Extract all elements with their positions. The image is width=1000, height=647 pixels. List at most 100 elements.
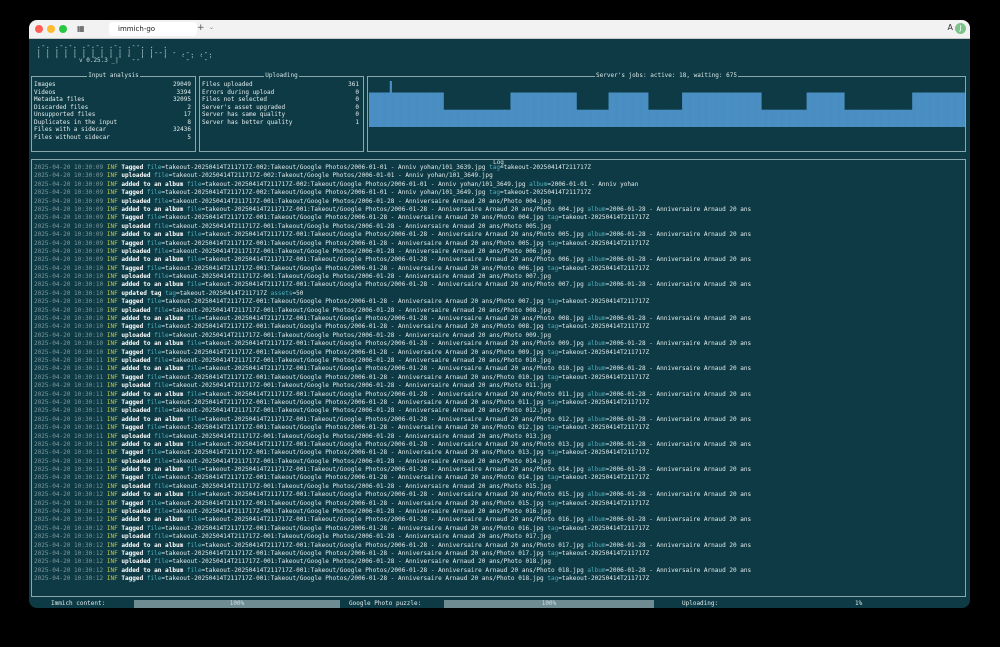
log-value: 2006-01-28 - Anniversaire Arnaud 20 ans bbox=[609, 231, 752, 239]
tab-title: immich-go bbox=[118, 25, 156, 33]
log-key: tag bbox=[547, 298, 559, 306]
stat-label: Server has same quality bbox=[202, 111, 286, 118]
title-bar: ▦ immich-go + ⌄ A J bbox=[29, 20, 970, 39]
log-value: takeout-20250414T211717Z bbox=[561, 348, 650, 356]
stat-row: Unsupported files 17 bbox=[32, 111, 195, 119]
log-key: file bbox=[186, 415, 202, 423]
stat-value: 3394 bbox=[176, 88, 191, 96]
log-timestamp: 2025-04-20 10:30:09 bbox=[34, 231, 104, 239]
log-key: file bbox=[186, 205, 202, 213]
log-line: 2025-04-20 10:30:09 INF uploaded file=ta… bbox=[34, 222, 551, 230]
log-value: takeout-20250414T211717Z bbox=[179, 289, 267, 297]
log-value: takeout-20250414T211717Z-001:Takeout/Goo… bbox=[165, 398, 544, 406]
stat-label: Images bbox=[34, 81, 56, 88]
log-level: INF bbox=[106, 575, 118, 583]
log-timestamp: 2025-04-20 10:30:10 bbox=[34, 315, 104, 323]
log-key: file bbox=[186, 541, 202, 549]
log-value: takeout-20250414T211717Z-001:Takeout/Goo… bbox=[205, 541, 584, 549]
stat-label: Unsupported files bbox=[34, 111, 96, 118]
log-value: 2006-01-28 - Anniversaire Arnaud 20 ans bbox=[609, 440, 752, 448]
log-value: takeout-20250414T211717Z-001:Takeout/Goo… bbox=[165, 575, 544, 583]
log-action: Tagged bbox=[121, 524, 144, 532]
log-timestamp: 2025-04-20 10:30:11 bbox=[34, 424, 104, 432]
log-key: tag bbox=[547, 239, 559, 247]
log-action: uploaded bbox=[121, 306, 151, 314]
log-key: file bbox=[146, 398, 162, 406]
log-timestamp: 2025-04-20 10:30:10 bbox=[34, 331, 104, 339]
log-timestamp: 2025-04-20 10:30:12 bbox=[34, 516, 104, 524]
log-timestamp: 2025-04-20 10:30:09 bbox=[34, 247, 104, 255]
log-line: 2025-04-20 10:30:12 INF Tagged file=take… bbox=[34, 575, 650, 583]
log-key: file bbox=[146, 214, 162, 222]
chevron-down-icon[interactable]: ⌄ bbox=[209, 24, 214, 31]
stat-row: Server has better quality 1 bbox=[200, 119, 363, 127]
log-timestamp: 2025-04-20 10:30:10 bbox=[34, 340, 104, 348]
log-value: takeout-20250414T211717Z-001:Takeout/Goo… bbox=[172, 457, 551, 465]
log-key: file bbox=[154, 508, 169, 516]
log-line: 2025-04-20 10:30:10 INF Tagged file=take… bbox=[34, 323, 650, 331]
close-window-button[interactable] bbox=[35, 25, 43, 33]
log-action: added to an album bbox=[121, 415, 184, 423]
log-level: INF bbox=[106, 281, 118, 289]
log-action: added to an album bbox=[121, 541, 184, 549]
log-value: 2006-01-28 - Anniversaire Arnaud 20 ans bbox=[609, 205, 752, 213]
log-line: 2025-04-20 10:30:11 INF uploaded file=ta… bbox=[34, 457, 551, 465]
font-icon[interactable]: A bbox=[948, 23, 953, 32]
log-action: uploaded bbox=[121, 508, 151, 516]
log-level: INF bbox=[106, 449, 118, 457]
log-value: takeout-20250414T211717Z-001:Takeout/Goo… bbox=[205, 440, 584, 448]
log-level: INF bbox=[106, 298, 118, 306]
stat-row: Files not selected 0 bbox=[200, 96, 363, 104]
log-action: added to an album bbox=[121, 390, 184, 398]
minimize-window-button[interactable] bbox=[47, 25, 55, 33]
log-value: takeout-20250414T211717Z-001:Takeout/Goo… bbox=[205, 231, 584, 239]
log-level: INF bbox=[106, 247, 118, 255]
log-key: file bbox=[146, 524, 162, 532]
log-level: INF bbox=[106, 432, 118, 440]
log-key: file bbox=[146, 264, 162, 272]
log-value: takeout-20250414T211717Z-001:Takeout/Goo… bbox=[172, 273, 551, 281]
log-level: INF bbox=[106, 356, 118, 364]
status-bar: Immich content: 100% Google Photo puzzle… bbox=[29, 600, 970, 608]
log-line: 2025-04-20 10:30:10 INF added to an albu… bbox=[34, 315, 752, 323]
avatar[interactable]: J bbox=[955, 23, 966, 34]
log-level: INF bbox=[106, 558, 118, 566]
log-line: 2025-04-20 10:30:11 INF added to an albu… bbox=[34, 365, 752, 373]
log-key: tag bbox=[547, 398, 559, 406]
log-value: takeout-20250414T211717Z-001:Takeout/Goo… bbox=[172, 331, 551, 339]
log-level: INF bbox=[106, 306, 118, 314]
stat-label: Files uploaded bbox=[202, 81, 253, 88]
stat-row: Files without sidecar 5 bbox=[32, 134, 195, 142]
log-value: 2006-01-28 - Anniversaire Arnaud 20 ans bbox=[609, 566, 752, 574]
log-key: file bbox=[154, 197, 169, 205]
stat-row: Videos 3394 bbox=[32, 89, 195, 97]
log-line: 2025-04-20 10:30:09 INF uploaded file=ta… bbox=[34, 197, 551, 205]
log-panel[interactable]: Log 2025-04-20 10:30:09 INF Tagged file=… bbox=[31, 159, 966, 597]
log-level: INF bbox=[106, 222, 118, 230]
input-analysis-list: Images 29049 Videos 3394 Metadata files 32095… bbox=[32, 81, 195, 141]
log-value: takeout-20250414T211717Z-001:Takeout/Goo… bbox=[165, 474, 544, 482]
grid-icon[interactable]: ▦ bbox=[77, 24, 85, 33]
zoom-window-button[interactable] bbox=[59, 25, 67, 33]
log-key: file bbox=[146, 373, 162, 381]
new-tab-button[interactable]: + bbox=[197, 23, 205, 33]
log-key: tag bbox=[489, 189, 500, 197]
stat-value: 0 bbox=[355, 111, 359, 118]
log-value: 2006-01-28 - Anniversaire Arnaud 20 ans bbox=[609, 491, 752, 499]
uploading-title: Uploading bbox=[264, 72, 299, 79]
log-action: Tagged bbox=[121, 549, 144, 557]
log-line: 2025-04-20 10:30:10 INF Tagged file=take… bbox=[34, 264, 650, 272]
log-action: Tagged bbox=[121, 214, 144, 222]
log-key: tag bbox=[547, 373, 559, 381]
stat-label: Files with a sidecar bbox=[34, 126, 107, 133]
stat-row: Images 29049 bbox=[32, 81, 195, 89]
log-line: 2025-04-20 10:30:09 INF Tagged file=take… bbox=[34, 239, 650, 247]
tab-immich-go[interactable]: immich-go bbox=[109, 22, 197, 36]
log-timestamp: 2025-04-20 10:30:11 bbox=[34, 356, 104, 364]
log-level: INF bbox=[106, 424, 118, 432]
log-timestamp: 2025-04-20 10:30:11 bbox=[34, 449, 104, 457]
log-value: takeout-20250414T211717Z bbox=[561, 499, 650, 507]
log-line: 2025-04-20 10:30:11 INF uploaded file=ta… bbox=[34, 382, 551, 390]
log-line: 2025-04-20 10:30:12 INF added to an albu… bbox=[34, 516, 752, 524]
log-key: album bbox=[587, 491, 606, 499]
